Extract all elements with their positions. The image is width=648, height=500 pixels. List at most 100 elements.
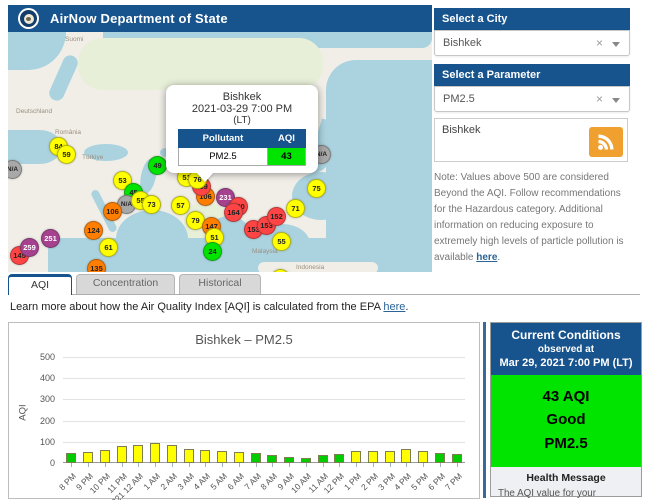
x-axis-tick bbox=[105, 463, 106, 467]
x-axis-tick bbox=[289, 463, 290, 467]
map-marker[interactable]: 59 bbox=[57, 145, 76, 164]
map-marker[interactable]: 75 bbox=[307, 179, 326, 198]
y-axis-tick-label: 100 bbox=[25, 437, 55, 447]
clear-parameter-icon[interactable]: × bbox=[596, 87, 603, 111]
map-marker[interactable]: 57 bbox=[171, 196, 190, 215]
current-aqi-category: Good bbox=[491, 408, 641, 431]
chart-bar bbox=[351, 451, 361, 463]
gridline bbox=[63, 442, 465, 443]
clear-city-icon[interactable]: × bbox=[596, 31, 603, 55]
map-marker[interactable]: 259 bbox=[20, 238, 39, 257]
parameter-select[interactable]: PM2.5 × bbox=[434, 86, 630, 112]
x-axis-tick bbox=[373, 463, 374, 467]
x-axis-tick bbox=[323, 463, 324, 467]
aqi-world-map[interactable]: Bishkek 2021-03-29 7:00 PM (LT) Pollutan… bbox=[8, 32, 432, 272]
x-axis-tick bbox=[155, 463, 156, 467]
health-message-title: Health Message bbox=[498, 472, 634, 484]
rss-feed-button[interactable] bbox=[589, 127, 623, 157]
chart-bar bbox=[100, 450, 110, 463]
rss-city-label: Bishkek bbox=[442, 124, 481, 136]
rss-icon bbox=[596, 132, 616, 152]
current-aqi-value: 43 AQI bbox=[491, 385, 641, 408]
x-axis-tick bbox=[339, 463, 340, 467]
chart-bar bbox=[117, 446, 127, 463]
health-message-text: The AQI value for your community is betw… bbox=[498, 487, 634, 500]
map-marker[interactable]: 124 bbox=[84, 221, 103, 240]
chart-bar bbox=[150, 443, 160, 463]
app-header: AirNow Department of State bbox=[8, 5, 432, 32]
chart-bar bbox=[418, 451, 428, 463]
map-marker[interactable]: 55 bbox=[272, 232, 291, 251]
map-marker[interactable]: 71 bbox=[286, 199, 305, 218]
observed-timestamp: Mar 29, 2021 7:00 PM (LT) bbox=[494, 357, 638, 369]
map-marker[interactable]: 24 bbox=[203, 242, 222, 261]
rss-feed-box: Bishkek bbox=[434, 118, 628, 162]
map-marker[interactable]: 106 bbox=[103, 202, 122, 221]
x-axis-tick bbox=[390, 463, 391, 467]
chart-bar bbox=[167, 445, 177, 463]
chart-bar bbox=[435, 453, 445, 463]
chart-bar bbox=[66, 453, 76, 463]
x-axis-tick bbox=[306, 463, 307, 467]
note-here-link[interactable]: here bbox=[476, 252, 497, 263]
x-axis-tick bbox=[272, 463, 273, 467]
aqi-note-text: Note: Values above 500 are considered Be… bbox=[434, 170, 632, 266]
learn-more-here-link[interactable]: here bbox=[383, 301, 405, 313]
x-axis-tick bbox=[88, 463, 89, 467]
x-axis-tick bbox=[440, 463, 441, 467]
x-axis-tick bbox=[205, 463, 206, 467]
chart-bar bbox=[217, 451, 227, 463]
popup-pollutant-value: PM2.5 bbox=[179, 148, 268, 166]
chart-bar bbox=[184, 449, 194, 463]
y-axis-tick-label: 200 bbox=[25, 416, 55, 426]
x-axis-tick bbox=[406, 463, 407, 467]
select-city-header: Select a City bbox=[434, 8, 630, 30]
x-axis-tick bbox=[138, 463, 139, 467]
tab-historical[interactable]: Historical bbox=[179, 274, 261, 294]
map-country-label: Suomi bbox=[65, 36, 83, 43]
map-marker[interactable]: 49 bbox=[148, 156, 167, 175]
x-axis-tick bbox=[356, 463, 357, 467]
y-axis-tick-label: 400 bbox=[25, 373, 55, 383]
map-marker[interactable]: 135 bbox=[87, 259, 106, 272]
map-country-label: Indonesia bbox=[296, 264, 324, 271]
popup-city: Bishkek bbox=[166, 91, 318, 103]
map-marker[interactable]: 152 bbox=[267, 207, 286, 226]
gridline bbox=[63, 421, 465, 422]
x-axis-tick bbox=[172, 463, 173, 467]
map-marker[interactable]: 251 bbox=[41, 229, 60, 248]
chevron-down-icon[interactable] bbox=[612, 98, 620, 103]
x-axis-tick bbox=[222, 463, 223, 467]
current-aqi-block: 43 AQI Good PM2.5 bbox=[491, 375, 641, 467]
map-marker[interactable]: N/A bbox=[8, 160, 22, 179]
city-select-value: Bishkek bbox=[443, 37, 482, 49]
map-marker[interactable]: 73 bbox=[142, 195, 161, 214]
gridline bbox=[63, 378, 465, 379]
x-axis-tick bbox=[122, 463, 123, 467]
map-country-label: România bbox=[55, 129, 81, 136]
chart-bar bbox=[133, 445, 143, 463]
tab-concentration[interactable]: Concentration bbox=[76, 274, 175, 294]
popup-timezone: (LT) bbox=[166, 115, 318, 126]
chart-bar bbox=[267, 455, 277, 463]
x-axis-tick bbox=[71, 463, 72, 467]
tab-aqi[interactable]: AQI bbox=[8, 274, 72, 295]
map-marker[interactable]: 61 bbox=[99, 238, 118, 257]
chart-bar bbox=[452, 454, 462, 463]
parameter-select-value: PM2.5 bbox=[443, 93, 475, 105]
y-axis-tick-label: 300 bbox=[25, 394, 55, 404]
chart-bar bbox=[401, 449, 411, 463]
chart-bar bbox=[200, 450, 210, 463]
chevron-down-icon[interactable] bbox=[612, 42, 620, 47]
page-title: AirNow Department of State bbox=[50, 11, 228, 26]
chart-bar bbox=[318, 455, 328, 463]
x-axis-tick bbox=[239, 463, 240, 467]
map-marker[interactable]: 164 bbox=[224, 203, 243, 222]
current-conditions-header: Current Conditions observed at Mar 29, 2… bbox=[491, 323, 641, 375]
current-aqi-pollutant: PM2.5 bbox=[491, 432, 641, 455]
popup-aqi-value: 43 bbox=[267, 148, 305, 166]
chart-bar bbox=[334, 454, 344, 463]
x-axis-tick bbox=[423, 463, 424, 467]
popup-col-pollutant: Pollutant bbox=[179, 130, 268, 148]
city-select[interactable]: Bishkek × bbox=[434, 30, 630, 56]
